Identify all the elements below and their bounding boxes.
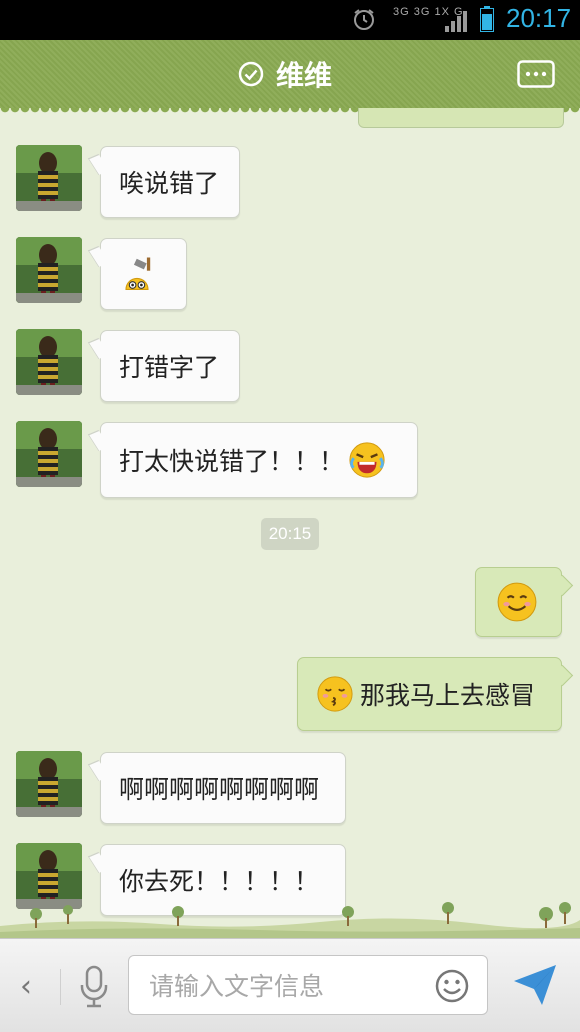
message-input-bar: ‹ (0, 938, 580, 1032)
battery-icon (480, 6, 494, 32)
sweat-hammer-emoji (125, 257, 151, 290)
chat-menu-button[interactable] (517, 60, 555, 88)
page-title: 维维 (276, 59, 333, 92)
message-text: 你去死！！！！！ (119, 867, 320, 896)
contact-avatar[interactable] (16, 237, 82, 303)
contact-avatar[interactable] (16, 145, 82, 211)
landscape-decoration (0, 902, 580, 938)
crying-laughing-emoji (349, 442, 385, 478)
message-bubble[interactable]: 唉说错了 (100, 146, 240, 218)
person-photo-icon (16, 237, 82, 303)
chevron-left-icon[interactable]: ‹ (20, 969, 32, 1004)
message-bubble-sent[interactable] (475, 567, 562, 637)
person-photo-icon (16, 421, 82, 487)
alarm-icon (354, 9, 374, 30)
message-bubble[interactable]: 啊啊啊啊啊啊啊啊 (100, 752, 346, 824)
message-text: 那我马上去感冒 (360, 681, 536, 710)
status-clock: 20:17 (506, 3, 572, 33)
person-photo-icon (16, 329, 82, 395)
contact-avatar[interactable] (16, 329, 82, 395)
contact-avatar[interactable] (16, 751, 82, 817)
message-bubble-partial (358, 108, 564, 128)
message-text: 打太快说错了！！！ (119, 447, 345, 476)
message-text: 啊啊啊啊啊啊啊啊 (119, 775, 320, 804)
check-circle-icon (238, 61, 264, 87)
contact-avatar[interactable] (16, 421, 82, 487)
message-bubble[interactable]: 打错字了 (100, 330, 240, 402)
contact-title[interactable]: 维维 (238, 54, 332, 94)
timestamp-badge: 20:15 (261, 518, 319, 550)
kissing-emoji (317, 676, 353, 712)
message-bubble-sent[interactable]: 那我马上去感冒 (297, 657, 562, 731)
signal-icon (445, 11, 467, 32)
smiling-emoji (497, 582, 537, 622)
emoji-picker-icon[interactable] (434, 968, 470, 1004)
microphone-icon[interactable] (78, 965, 110, 1009)
send-icon[interactable] (512, 963, 558, 1007)
chat-area[interactable]: 唉说错了 打错字了 打太快说错了！！！ 20:15 那我马上去感冒 啊啊啊啊啊啊… (0, 108, 580, 930)
message-bubble[interactable] (100, 238, 187, 310)
message-bubble[interactable]: 打太快说错了！！！ (100, 422, 418, 498)
person-photo-icon (16, 751, 82, 817)
title-bar: 维维 (0, 40, 580, 114)
message-text: 打错字了 (119, 353, 220, 382)
person-photo-icon (16, 145, 82, 211)
status-bar: 3G 3G 1X G 20:17 (0, 0, 580, 40)
message-input[interactable] (147, 968, 411, 1004)
message-input-box[interactable] (128, 955, 488, 1015)
divider (60, 969, 61, 1005)
message-text: 唉说错了 (119, 169, 220, 198)
